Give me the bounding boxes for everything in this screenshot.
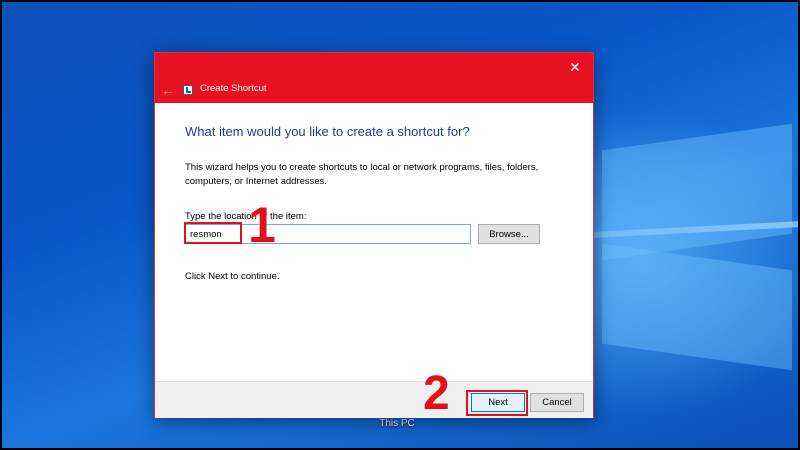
this-pc-label[interactable]: This PC [372,418,422,429]
wizard-heading: What item would you like to create a sho… [185,124,470,139]
next-highlight-box [466,390,528,416]
continue-hint: Click Next to continue. [185,271,280,282]
step-2-marker: 2 [423,367,450,420]
wizard-description: This wizard helps you to create shortcut… [185,162,539,187]
browse-button[interactable]: Browse... [478,224,540,244]
windows-logo-pane-bottom [602,243,792,371]
title-bar: ✕ ← Create Shortcut [155,53,593,103]
windows-logo-pane-top [602,123,792,261]
dialog-title: Create Shortcut [200,83,267,94]
desktop: This PC ✕ ← Create Shortcut What item wo… [0,0,800,450]
cancel-button[interactable]: Cancel [530,393,584,412]
close-icon[interactable]: ✕ [567,59,583,75]
location-label: Type the location of the item: [185,211,307,222]
input-highlight-box [184,222,242,244]
back-arrow-icon[interactable]: ← [161,82,175,98]
shortcut-icon [183,85,193,95]
step-1-marker: 1 [248,197,276,253]
